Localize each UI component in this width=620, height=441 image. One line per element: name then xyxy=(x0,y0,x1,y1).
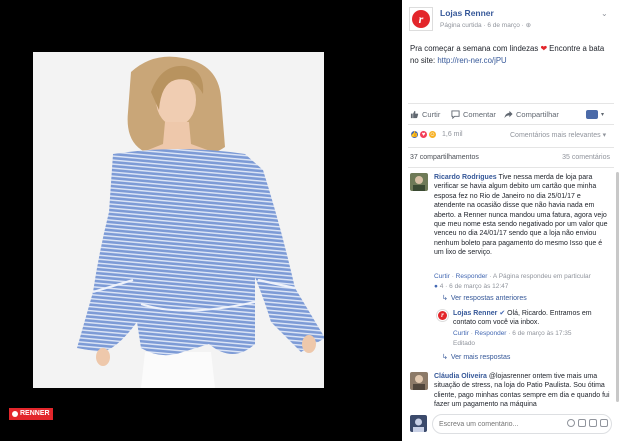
comment-date[interactable]: 6 de março às 12:47 xyxy=(449,283,508,290)
reply-like-link[interactable]: Curtir xyxy=(453,330,469,337)
comment-meta: Curtir · Responder · A Página respondeu … xyxy=(434,273,591,280)
divider xyxy=(408,103,614,104)
commenter-name-link[interactable]: Ricardo Rodrigues xyxy=(434,174,497,181)
product-photo[interactable] xyxy=(33,52,324,388)
post-meta-text: Página curtida · 6 de março · xyxy=(440,22,526,29)
renner-dot-icon xyxy=(12,411,18,417)
reaction-count: 1,6 mil xyxy=(442,131,463,138)
divider xyxy=(408,167,614,168)
page-name-link[interactable]: Lojas Renner xyxy=(440,8,494,18)
comment-sort-label: Comentários mais relevantes xyxy=(510,132,601,139)
divider xyxy=(408,147,614,148)
like-button[interactable]: Curtir xyxy=(410,106,440,122)
renner-watermark: RENNER xyxy=(9,408,53,420)
comment-like-link[interactable]: Curtir xyxy=(434,273,450,280)
like-reaction-icon: ● xyxy=(434,283,438,290)
reply-reply-link[interactable]: Responder xyxy=(475,330,507,337)
audience-selector[interactable]: ▾ xyxy=(586,106,604,122)
divider xyxy=(408,124,614,125)
renner-badge-label: RENNER xyxy=(20,410,50,417)
commenter-avatar[interactable] xyxy=(410,372,428,390)
comment-body: Cláudia Oliveira @lojasrenner ontem tive… xyxy=(434,372,612,410)
post-meta: Página curtida · 6 de março · ⊕ xyxy=(440,21,531,29)
commenter-name-link[interactable]: Cláudia Oliveira xyxy=(434,373,487,380)
page-avatar[interactable]: r xyxy=(409,7,433,31)
wow-reaction-icon: ☺ xyxy=(428,130,437,139)
caret-down-icon: ▾ xyxy=(601,111,605,118)
more-replies-link[interactable]: ↳ Ver mais respostas xyxy=(442,353,511,362)
shares-count[interactable]: 37 compartilhamentos xyxy=(410,154,479,161)
reply-arrow-icon: ↳ xyxy=(442,354,448,361)
share-arrow-icon xyxy=(504,110,513,118)
comment-meta-2: ● 4 · 6 de março às 12:47 xyxy=(434,283,509,290)
comment-composer xyxy=(408,414,614,434)
commenter-avatar[interactable] xyxy=(410,173,428,191)
reply-arrow-icon: ↳ xyxy=(442,295,448,302)
comment-body: Ricardo Rodrigues Tive nessa merda de lo… xyxy=(434,173,612,258)
comment-reply-link[interactable]: Responder xyxy=(456,273,488,280)
love-reaction-icon: ♥ xyxy=(419,130,428,139)
verified-badge-icon: ✔ xyxy=(499,310,506,317)
emoji-icon[interactable] xyxy=(567,419,575,427)
previous-replies-link[interactable]: ↳ Ver respostas anteriores xyxy=(442,294,527,303)
comment-label: Comentar xyxy=(463,109,496,119)
more-replies-label: Ver mais respostas xyxy=(450,353,511,361)
page-replied-note: A Página respondeu em particular xyxy=(492,273,591,280)
chevron-down-icon[interactable]: ⌄ xyxy=(601,9,608,18)
photo-viewer: RENNER xyxy=(0,0,402,441)
page-thumbnail-icon xyxy=(586,109,598,119)
comments-count[interactable]: 35 comentários xyxy=(562,154,610,161)
post-message: Pra começar a semana com lindezas ❤ Enco… xyxy=(410,43,615,67)
share-button[interactable]: Compartilhar xyxy=(504,106,559,122)
camera-icon[interactable] xyxy=(578,419,586,427)
comments-scrollbar[interactable] xyxy=(616,172,619,402)
person-silhouette-icon xyxy=(413,176,425,191)
sticker-icon[interactable] xyxy=(600,419,608,427)
woman-in-blue-blouse-image xyxy=(33,52,324,388)
previous-replies-label: Ver respostas anteriores xyxy=(450,294,527,302)
current-user-avatar xyxy=(410,415,427,432)
reply-edited[interactable]: Editado xyxy=(453,340,475,347)
share-label: Compartilhar xyxy=(516,109,559,119)
post-actions: Curtir Comentar Compartilhar ▾ xyxy=(402,106,620,122)
reply-avatar[interactable]: r xyxy=(436,309,449,322)
globe-icon: ⊕ xyxy=(525,22,532,29)
comment-text: Tive nessa merda de loja para verificar … xyxy=(434,174,608,257)
person-silhouette-icon xyxy=(413,375,425,390)
like-label: Curtir xyxy=(422,109,441,119)
comment-sort-dropdown[interactable]: Comentários mais relevantes ▾ xyxy=(510,131,606,139)
caret-down-icon: ▾ xyxy=(602,132,607,139)
reply-meta: Curtir · Responder · 6 de março às 17:35 xyxy=(453,330,572,337)
renner-logo-icon: r xyxy=(412,10,430,28)
comment-reaction-count: 4 xyxy=(439,283,444,290)
reply-author-link[interactable]: Lojas Renner xyxy=(453,310,497,317)
reply-body: Lojas Renner ✔ Olá, Ricardo. Entramos em… xyxy=(453,309,608,328)
reactions-summary[interactable]: 👍 ♥ ☺ 1,6 mil xyxy=(410,130,463,139)
reply-date[interactable]: 6 de março às 17:35 xyxy=(512,330,571,337)
composer-icons xyxy=(567,419,608,427)
thumbs-up-icon xyxy=(410,110,419,118)
post-side-panel: r Lojas Renner Página curtida · 6 de mar… xyxy=(402,0,620,441)
person-silhouette-icon xyxy=(413,418,424,432)
gif-icon[interactable] xyxy=(589,419,597,427)
post-text-start: Pra começar a semana com lindezas xyxy=(410,44,541,53)
post-url-link[interactable]: http://ren-ner.co/jPU xyxy=(437,56,506,65)
comment-button[interactable]: Comentar xyxy=(451,106,496,122)
like-reaction-icon: 👍 xyxy=(410,130,419,139)
renner-logo-icon: r xyxy=(438,311,447,320)
comment-icon xyxy=(451,109,460,119)
